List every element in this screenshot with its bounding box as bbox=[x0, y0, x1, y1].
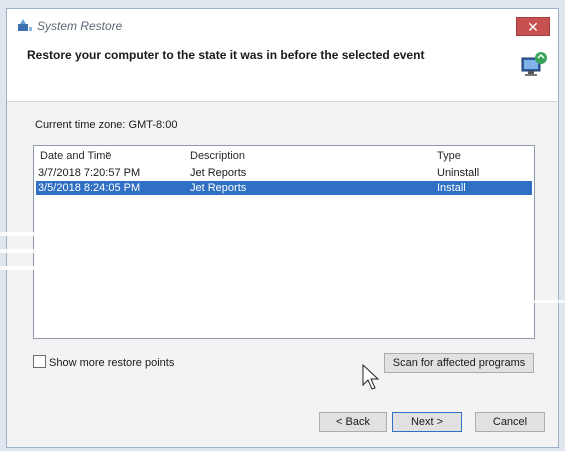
page-heading: Restore your computer to the state it wa… bbox=[27, 48, 425, 62]
row-type: Uninstall bbox=[437, 167, 480, 179]
list-item-selected[interactable]: 3/5/2018 8:24:05 PM Jet Reports Install bbox=[36, 181, 532, 195]
next-button[interactable]: Next > bbox=[392, 412, 462, 432]
system-restore-window: System Restore ✕ Restore your computer t… bbox=[6, 8, 559, 448]
checkbox-label: Show more restore points bbox=[49, 357, 175, 369]
scan-for-affected-programs-button[interactable]: Scan for affected programs bbox=[384, 353, 534, 373]
screen-glare bbox=[470, 300, 565, 303]
restore-points-list[interactable]: Date and Time ⌄ Description Type 3/7/201… bbox=[33, 145, 535, 339]
screen-glare bbox=[0, 266, 55, 270]
column-header-description[interactable]: Description bbox=[190, 150, 245, 162]
list-item[interactable]: 3/7/2018 7:20:57 PM Jet Reports Uninstal… bbox=[36, 166, 532, 180]
timezone-label: Current time zone: GMT-8:00 bbox=[35, 119, 178, 131]
close-button[interactable]: ✕ bbox=[516, 17, 550, 36]
back-button[interactable]: < Back bbox=[319, 412, 387, 432]
row-description: Jet Reports bbox=[190, 167, 247, 179]
screen-glare bbox=[0, 249, 50, 253]
cancel-button[interactable]: Cancel bbox=[475, 412, 545, 432]
sort-down-icon: ⌄ bbox=[104, 146, 112, 156]
screen-glare bbox=[0, 232, 42, 236]
title-bar: System Restore ✕ bbox=[7, 9, 558, 41]
header-panel: Restore your computer to the state it wa… bbox=[7, 41, 558, 102]
show-more-restore-points-checkbox[interactable]: Show more restore points bbox=[33, 355, 174, 369]
row-date: 3/5/2018 8:24:05 PM bbox=[38, 182, 141, 194]
row-type: Install bbox=[437, 182, 466, 194]
column-header-date[interactable]: Date and Time bbox=[40, 150, 112, 162]
checkbox-box[interactable] bbox=[33, 355, 46, 368]
system-restore-icon bbox=[18, 19, 32, 31]
row-date: 3/7/2018 7:20:57 PM bbox=[38, 167, 141, 179]
window-title: System Restore bbox=[37, 19, 123, 33]
system-restore-monitor-icon bbox=[521, 52, 547, 76]
mouse-pointer-icon bbox=[362, 364, 380, 390]
column-header-type[interactable]: Type bbox=[437, 150, 461, 162]
row-description: Jet Reports bbox=[190, 182, 247, 194]
